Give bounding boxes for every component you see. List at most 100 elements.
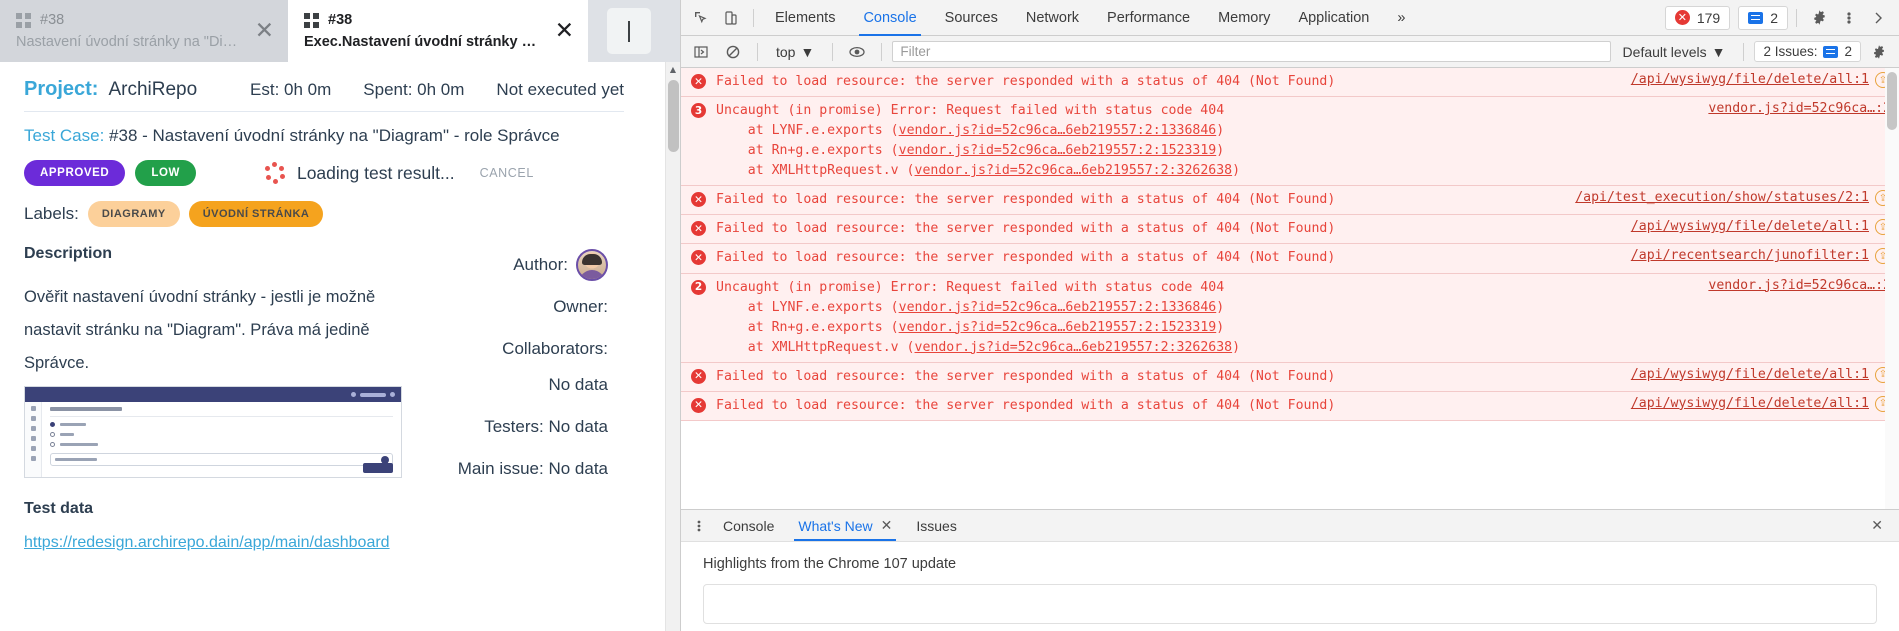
- main-issue-field: Main issue: No data: [457, 459, 608, 478]
- attachment-screenshot[interactable]: [24, 386, 402, 478]
- status-badge[interactable]: APPROVED: [24, 160, 126, 186]
- testdata-heading: Test data: [24, 500, 94, 517]
- console-message-row[interactable]: ✕ Failed to load resource: the server res…: [681, 244, 1899, 274]
- drawer-tab-issues[interactable]: Issues: [904, 510, 968, 541]
- stack-frame-link[interactable]: vendor.js?id=52c96ca…6eb219557:2:1523319: [899, 320, 1217, 335]
- execution-context-selector[interactable]: top ▼: [768, 44, 822, 60]
- screenshot-sidebar: [25, 402, 42, 477]
- stack-frame-link[interactable]: vendor.js?id=52c96ca…6eb219557:2:1523319: [899, 143, 1217, 158]
- loading-indicator: Loading test result... CANCEL: [264, 162, 534, 184]
- filter-divider: [832, 42, 834, 61]
- cancel-button[interactable]: CANCEL: [480, 166, 534, 180]
- source-link[interactable]: vendor.js?id=52c96ca…:2: [1708, 278, 1891, 293]
- source-link[interactable]: /api/wysiwyg/file/delete/all:1: [1631, 396, 1869, 411]
- tab-elements[interactable]: Elements: [762, 0, 848, 36]
- spent-value: Spent: 0h 0m: [363, 80, 465, 99]
- source-link[interactable]: /api/wysiwyg/file/delete/all:1: [1631, 219, 1869, 234]
- people-column: Author: Owner: Collaborators: No data Te…: [424, 245, 624, 552]
- whats-new-title: Highlights from the Chrome 107 update: [703, 556, 957, 572]
- scroll-up-icon[interactable]: ▲: [666, 62, 680, 77]
- source-link[interactable]: /api/test_execution/show/statuses/2:1: [1575, 190, 1869, 205]
- drawer-kebab-icon[interactable]: [687, 519, 711, 533]
- scrollbar-thumb[interactable]: [1887, 72, 1897, 130]
- close-icon[interactable]: ✕: [255, 19, 274, 43]
- issues-count: 2: [1844, 44, 1852, 59]
- message-icon: [1823, 45, 1839, 58]
- console-message-text: Uncaught (in promise) Error: Request fai…: [716, 279, 1241, 355]
- browser-pane: #38 Nastavení úvodní stránky na "Diagram…: [0, 0, 680, 631]
- console-message-source: /api/wysiwyg/file/delete/all:1 ⇪: [1619, 219, 1891, 236]
- priority-badge[interactable]: LOW: [135, 160, 196, 186]
- tab-application[interactable]: Application: [1285, 0, 1382, 36]
- console-message-row[interactable]: 3 Uncaught (in promise) Error: Request fa…: [681, 97, 1899, 187]
- tab-performance[interactable]: Performance: [1094, 0, 1203, 36]
- tab-memory[interactable]: Memory: [1205, 0, 1283, 36]
- spinner-icon: [264, 162, 286, 184]
- stack-frame-link[interactable]: vendor.js?id=52c96ca…6eb219557:2:3262638: [915, 340, 1233, 355]
- message-icon: [1748, 11, 1764, 24]
- browser-tabstrip: #38 Nastavení úvodní stránky na "Diagram…: [0, 0, 680, 62]
- devtools-panel: Elements Console Sources Network Perform…: [680, 0, 1899, 631]
- stack-frame-link[interactable]: vendor.js?id=52c96ca…6eb219557:2:3262638: [915, 163, 1233, 178]
- error-count-badge[interactable]: ✕ 179: [1664, 5, 1731, 30]
- console-message-text: Failed to load resource: the server resp…: [716, 74, 1336, 89]
- console-message-source: vendor.js?id=52c96ca…:2: [1696, 278, 1891, 293]
- warning-count-badge[interactable]: 2: [1738, 5, 1788, 30]
- console-message-row[interactable]: ✕ Failed to load resource: the server res…: [681, 362, 1899, 392]
- inspect-element-icon[interactable]: [687, 5, 715, 31]
- scrollbar-thumb[interactable]: [668, 80, 679, 152]
- drawer-tabstrip: Console What's New ✕ Issues ✕: [681, 510, 1899, 541]
- avatar[interactable]: [576, 249, 608, 281]
- drawer-close-icon[interactable]: ✕: [1861, 518, 1893, 534]
- clear-console-icon[interactable]: [719, 39, 747, 65]
- console-message-row[interactable]: ✕ Failed to load resource: the server res…: [681, 186, 1899, 216]
- log-levels-selector[interactable]: Default levels ▼: [1615, 44, 1734, 60]
- console-message-row[interactable]: ✕ Failed to load resource: the server res…: [681, 391, 1899, 421]
- source-link[interactable]: /api/wysiwyg/file/delete/all:1: [1631, 72, 1869, 87]
- live-expression-icon[interactable]: [843, 39, 871, 65]
- testcase-label[interactable]: Test Case:: [24, 126, 104, 145]
- console-message-row[interactable]: ✕ Failed to load resource: the server res…: [681, 215, 1899, 245]
- source-link[interactable]: /api/wysiwyg/file/delete/all:1: [1631, 367, 1869, 382]
- kebab-icon[interactable]: [1835, 5, 1863, 31]
- close-devtools-icon[interactable]: [1865, 5, 1893, 31]
- testdata-url-link[interactable]: https://redesign.archirepo.dain/app/main…: [24, 534, 424, 552]
- browser-tab-inactive[interactable]: #38 Nastavení úvodní stránky na "Diagram…: [0, 0, 288, 62]
- source-link[interactable]: /api/recentsearch/junofilter:1: [1631, 248, 1869, 263]
- error-icon: ✕: [691, 397, 706, 413]
- project-value: ArchiRepo: [108, 79, 198, 100]
- issues-badge[interactable]: 2 Issues: 2: [1754, 41, 1861, 62]
- tab-sources[interactable]: Sources: [932, 0, 1011, 36]
- error-group-count: 2: [691, 279, 706, 295]
- label-chip[interactable]: DIAGRAMY: [87, 201, 180, 227]
- screenshot-main: [42, 402, 401, 477]
- close-icon[interactable]: ✕: [881, 518, 893, 534]
- stack-frame-link[interactable]: vendor.js?id=52c96ca…6eb219557:2:1336846: [899, 300, 1217, 315]
- whats-new-card[interactable]: [703, 584, 1877, 624]
- console-sidebar-icon[interactable]: [687, 39, 715, 65]
- page-viewport: Project: ArchiRepo Est: 0h 0m Spent: 0h …: [0, 62, 680, 631]
- console-message-row[interactable]: ✕ Failed to load resource: the server res…: [681, 68, 1899, 98]
- console-message-row[interactable]: 2 Uncaught (in promise) Error: Request fa…: [681, 273, 1899, 363]
- tab-network[interactable]: Network: [1013, 0, 1092, 36]
- tab-console[interactable]: Console: [850, 0, 929, 36]
- label-chip[interactable]: ÚVODNÍ STRÁNKA: [188, 201, 324, 227]
- gear-icon[interactable]: [1805, 5, 1833, 31]
- console-scrollbar[interactable]: ▲: [1885, 68, 1899, 509]
- console-filter-input[interactable]: Filter: [892, 41, 1611, 62]
- close-icon[interactable]: ✕: [555, 19, 574, 43]
- drawer-tab-console[interactable]: Console: [711, 510, 786, 541]
- device-toolbar-icon[interactable]: [717, 5, 745, 31]
- error-group-count: 3: [691, 103, 706, 119]
- tab-title: Nastavení úvodní stránky na "Diagram" - …: [16, 34, 245, 50]
- console-settings-icon[interactable]: [1865, 39, 1893, 65]
- source-link[interactable]: vendor.js?id=52c96ca…:2: [1708, 101, 1891, 116]
- text-cursor-indicator: [607, 8, 651, 54]
- tab-content: #38 Exec.Nastavení úvodní stránky na "Di…: [304, 12, 545, 50]
- more-tabs-icon[interactable]: »: [1384, 0, 1418, 36]
- console-message-list[interactable]: ✕ Failed to load resource: the server res…: [681, 68, 1899, 509]
- stack-frame-link[interactable]: vendor.js?id=52c96ca…6eb219557:2:1336846: [899, 123, 1217, 138]
- drawer-tab-whats-new[interactable]: What's New ✕: [786, 510, 904, 541]
- browser-tab-active[interactable]: #38 Exec.Nastavení úvodní stránky na "Di…: [288, 0, 588, 62]
- page-scrollbar[interactable]: ▲: [665, 62, 680, 631]
